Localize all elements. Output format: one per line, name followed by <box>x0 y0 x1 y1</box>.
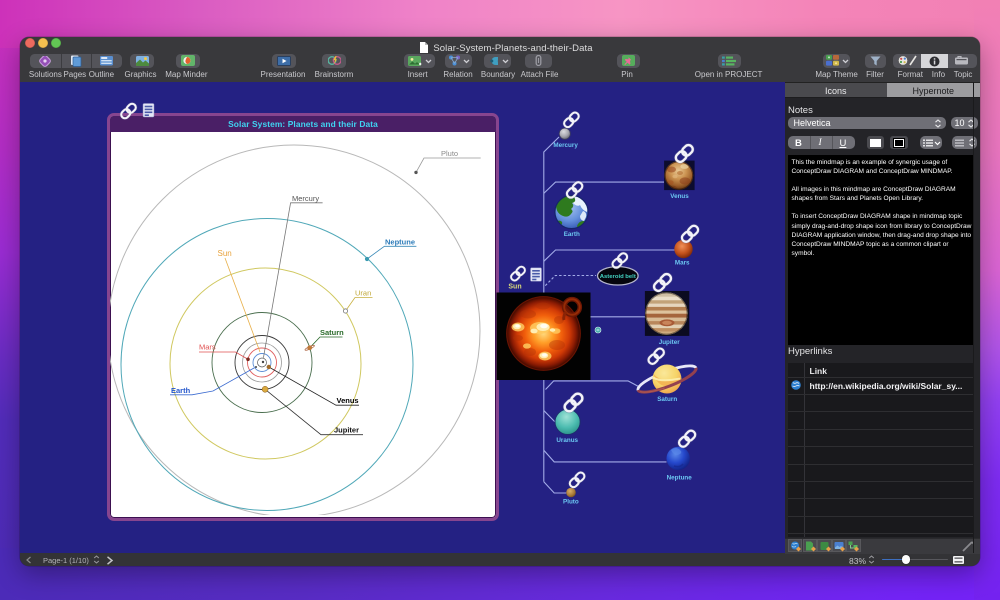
svg-text:Asteroid belt: Asteroid belt <box>600 274 636 280</box>
svg-text:Earth: Earth <box>564 231 580 238</box>
svg-text:Pluto: Pluto <box>563 499 579 506</box>
svg-text:Uranus: Uranus <box>556 437 578 444</box>
svg-text:Saturn: Saturn <box>657 396 677 403</box>
svg-text:Mars: Mars <box>675 260 690 267</box>
svg-text:Jupiter: Jupiter <box>659 339 681 346</box>
svg-text:Sun: Sun <box>508 283 521 290</box>
svg-text:Neptune: Neptune <box>667 475 693 482</box>
svg-text:Venus: Venus <box>670 193 689 200</box>
svg-text:Mercury: Mercury <box>553 142 578 149</box>
